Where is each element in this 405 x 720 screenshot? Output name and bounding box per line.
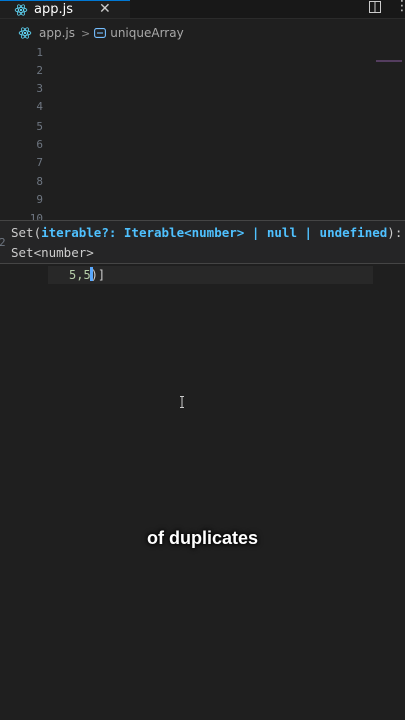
code-line[interactable]: 5,5)] bbox=[69, 267, 105, 282]
line-number: 1 bbox=[36, 46, 43, 59]
line-number: 2 bbox=[0, 236, 6, 249]
signature-fn: Set( bbox=[11, 225, 42, 240]
line-number: 8 bbox=[36, 175, 43, 188]
variable-icon bbox=[94, 28, 107, 38]
chevron-right-icon: > bbox=[81, 26, 91, 40]
code-text-after: )] bbox=[90, 268, 106, 282]
signature-return-type: Set<number> bbox=[11, 245, 94, 260]
ibeam-cursor-icon bbox=[180, 396, 184, 408]
line-number: 7 bbox=[36, 156, 43, 169]
breadcrumb-file[interactable]: app.js bbox=[39, 26, 75, 40]
line-number: 2 bbox=[36, 64, 43, 77]
line-number: 4 bbox=[36, 100, 43, 113]
react-icon bbox=[18, 27, 32, 39]
video-caption: of duplicates bbox=[146, 528, 258, 548]
line-number: 9 bbox=[36, 193, 43, 206]
tab-app-js[interactable]: app.js ✕ bbox=[0, 0, 130, 18]
editor-tab-bar: app.js ✕ ⋮ bbox=[0, 0, 405, 19]
signature-hover-tooltip: 2 Set(iterable?: Iterable<number> | null… bbox=[0, 220, 405, 264]
breadcrumb: app.js > uniqueArray bbox=[0, 22, 405, 44]
code-text-before: 5,5 bbox=[69, 268, 91, 282]
line-number: 5 bbox=[36, 120, 43, 133]
minimap[interactable] bbox=[376, 60, 402, 62]
more-actions-icon[interactable]: ⋮ bbox=[395, 0, 405, 14]
signature-param: iterable?: Iterable<number> | null | und… bbox=[41, 225, 388, 240]
close-icon[interactable]: ✕ bbox=[99, 1, 111, 17]
signature-line: Set(iterable?: Iterable<number> | null |… bbox=[11, 225, 402, 240]
line-number: 6 bbox=[36, 138, 43, 151]
react-icon bbox=[14, 3, 28, 16]
signature-close: ): bbox=[387, 225, 403, 240]
breadcrumb-symbol[interactable]: uniqueArray bbox=[110, 26, 183, 40]
split-editor-icon[interactable] bbox=[369, 1, 381, 13]
line-number: 3 bbox=[36, 82, 43, 95]
tab-label: app.js bbox=[34, 2, 73, 17]
